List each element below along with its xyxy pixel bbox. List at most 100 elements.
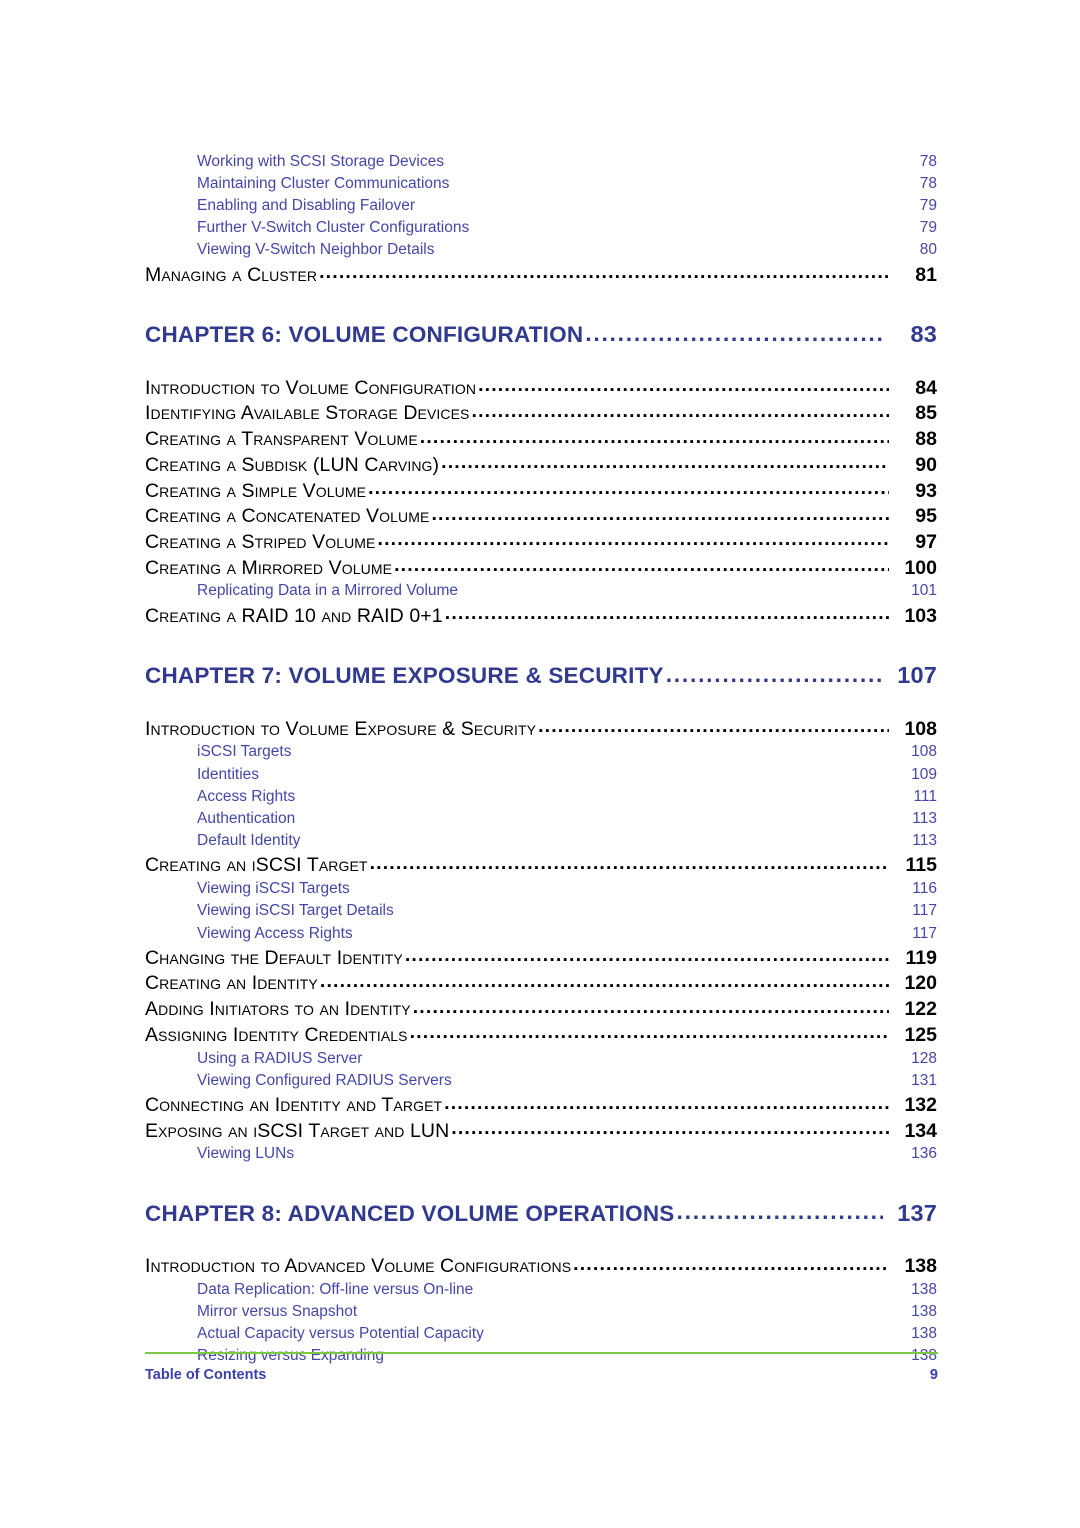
toc-entry-page-number: 88	[915, 428, 937, 451]
dot-leader	[666, 661, 883, 684]
toc-chapter-title: CHAPTER 6: VOLUME CONFIGURATION	[145, 322, 584, 348]
toc-entry-page-number: 78	[919, 152, 937, 170]
toc-entry-page-number: 97	[915, 530, 937, 553]
toc-entry-authentication[interactable]: Authentication 113	[145, 808, 937, 830]
toc-entry-page-number: 131	[911, 1071, 937, 1089]
toc-entry-connecting-an-identity-and-target[interactable]: Connecting an Identity and Target 132	[145, 1092, 937, 1118]
toc-entry-title: Introduction to Advanced Volume Configur…	[145, 1255, 572, 1278]
toc-entry-page-number: 103	[904, 604, 937, 627]
toc-entry-assigning-identity-credentials[interactable]: Assigning Identity Credentials 125	[145, 1021, 937, 1047]
toc-entry-introduction-to-volume-configuration[interactable]: Introduction to Volume Configuration 84	[145, 374, 937, 400]
toc-entry-creating-a-concatenated-volume[interactable]: Creating a Concatenated Volume 95	[145, 503, 937, 529]
toc-entry-page-number: 78	[919, 174, 937, 192]
dot-leader	[431, 503, 889, 523]
dot-leader	[444, 1092, 889, 1112]
toc-entry-creating-a-transparent-volume[interactable]: Creating a Transparent Volume 88	[145, 426, 937, 452]
dot-leader	[302, 830, 889, 846]
toc-entry-title: Creating a Subdisk (LUN Carving)	[145, 453, 440, 476]
dot-leader	[297, 808, 889, 824]
toc-entry-page-number: 138	[911, 1280, 937, 1298]
toc-entry-page-number: 132	[904, 1094, 937, 1116]
dot-leader	[445, 602, 889, 622]
toc-entry-creating-a-subdisk-lun-carving[interactable]: Creating a Subdisk (LUN Carving) 90	[145, 451, 937, 477]
toc-entry-creating-a-mirrored-volume[interactable]: Creating a Mirrored Volume 100	[145, 554, 937, 580]
toc-entry-creating-a-striped-volume[interactable]: Creating a Striped Volume 97	[145, 528, 937, 554]
toc-chapter-page-number: 107	[897, 662, 937, 689]
toc-entry-page-number: 108	[904, 717, 937, 740]
dot-leader	[261, 763, 889, 779]
toc-entry-viewing-iscsi-target-details[interactable]: Viewing iSCSI Target Details 117	[145, 900, 937, 922]
toc-entry-exposing-an-iscsi-target-and-lun[interactable]: Exposing an iSCSI Target and LUN 134	[145, 1117, 937, 1143]
toc-entry-identities[interactable]: Identities 109	[145, 763, 937, 785]
toc-entry-title: Using a RADIUS Server	[197, 1049, 363, 1067]
toc-entry-title: Viewing iSCSI Target Details	[197, 902, 394, 920]
toc-entry-page-number: 138	[911, 1325, 937, 1343]
toc-chapter-chapter-6-volume-configuration[interactable]: CHAPTER 6: VOLUME CONFIGURATION 83	[145, 320, 937, 349]
toc-entry-title: Assigning Identity Credentials	[145, 1023, 408, 1046]
toc-chapter-title: CHAPTER 7: VOLUME EXPOSURE & SECURITY	[145, 663, 664, 689]
toc-entry-introduction-to-advanced-volume-configurations[interactable]: Introduction to Advanced Volume Configur…	[145, 1253, 937, 1279]
toc-entry-page-number: 109	[911, 765, 937, 783]
toc-entry-mirror-versus-snapshot[interactable]: Mirror versus Snapshot 138	[145, 1301, 937, 1323]
dot-leader	[437, 239, 890, 255]
toc-entry-title: Creating a RAID 10 and RAID 0+1	[145, 604, 443, 627]
toc-entry-creating-an-iscsi-target[interactable]: Creating an iSCSI Target 115	[145, 852, 937, 878]
toc-entry-adding-initiators-to-an-identity[interactable]: Adding Initiators to an Identity 122	[145, 996, 937, 1022]
toc-entry-title: Replicating Data in a Mirrored Volume	[197, 582, 459, 600]
toc-entry-using-a-radius-server[interactable]: Using a RADIUS Server 128	[145, 1047, 937, 1069]
toc-entry-working-with-scsi-storage-devices[interactable]: Working with SCSI Storage Devices 78	[145, 150, 937, 172]
toc-entry-iscsi-targets[interactable]: iSCSI Targets 108	[145, 741, 937, 763]
dot-leader	[585, 320, 883, 343]
dot-leader	[296, 1143, 889, 1159]
toc-entry-page-number: 120	[904, 972, 937, 995]
toc-entry-page-number: 95	[915, 505, 937, 528]
toc-entry-title: Creating a Striped Volume	[145, 530, 376, 553]
toc-entry-title: Identities	[197, 765, 260, 783]
toc-chapter-chapter-7-volume-exposure-security[interactable]: CHAPTER 7: VOLUME EXPOSURE & SECURITY 107	[145, 661, 937, 690]
toc-entry-title: Default Identity	[197, 832, 301, 850]
toc-entry-further-v-switch-cluster-configurations[interactable]: Further V-Switch Cluster Configurations 7…	[145, 217, 937, 239]
dot-leader	[472, 400, 890, 420]
toc-entry-creating-a-raid-10-and-raid-0-1[interactable]: Creating a RAID 10 and RAID 0+1 103	[145, 602, 937, 628]
dot-leader	[451, 1117, 889, 1137]
toc-entry-changing-the-default-identity[interactable]: Changing the Default Identity 119	[145, 944, 937, 970]
dot-leader	[359, 1301, 889, 1317]
toc-entry-replicating-data-in-a-mirrored-volume[interactable]: Replicating Data in a Mirrored Volume 101	[145, 580, 937, 602]
toc-entry-creating-an-identity[interactable]: Creating an Identity 120	[145, 970, 937, 996]
dot-leader	[573, 1253, 889, 1273]
toc-entry-title: Creating an Identity	[145, 972, 318, 995]
dot-leader	[370, 852, 889, 872]
toc-entry-viewing-v-switch-neighbor-details[interactable]: Viewing V-Switch Neighbor Details 80	[145, 239, 937, 261]
toc-entry-title: Exposing an iSCSI Target and LUN	[145, 1119, 450, 1142]
toc-entry-title: Viewing iSCSI Targets	[197, 880, 350, 898]
toc-entry-data-replication-off-line-versus-on-line[interactable]: Data Replication: Off-line versus On-lin…	[145, 1278, 937, 1300]
toc-entry-title: Viewing LUNs	[197, 1145, 295, 1163]
dot-leader	[475, 1278, 889, 1294]
toc-entry-page-number: 115	[905, 854, 937, 877]
toc-entry-title: Creating an iSCSI Target	[145, 854, 368, 877]
dot-leader	[486, 1323, 889, 1339]
toc-entry-enabling-and-disabling-failover[interactable]: Enabling and Disabling Failover 79	[145, 194, 937, 216]
toc-entry-page-number: 119	[905, 946, 937, 969]
toc-entry-title: Viewing V-Switch Neighbor Details	[197, 241, 435, 259]
page-footer: Table of Contents 9	[145, 1352, 938, 1383]
toc-entry-viewing-iscsi-targets[interactable]: Viewing iSCSI Targets 116	[145, 878, 937, 900]
dot-leader	[413, 996, 889, 1016]
toc-entry-identifying-available-storage-devices[interactable]: Identifying Available Storage Devices 85	[145, 400, 937, 426]
toc-entry-maintaining-cluster-communications[interactable]: Maintaining Cluster Communications 78	[145, 172, 937, 194]
toc-entry-viewing-luns[interactable]: Viewing LUNs 136	[145, 1143, 937, 1165]
toc-entry-creating-a-simple-volume[interactable]: Creating a Simple Volume 93	[145, 477, 937, 503]
dot-leader	[352, 878, 889, 894]
toc-entry-default-identity[interactable]: Default Identity 113	[145, 830, 937, 852]
toc-chapter-chapter-8-advanced-volume-operations[interactable]: CHAPTER 8: ADVANCED VOLUME OPERATIONS 137	[145, 1198, 937, 1227]
toc-entry-title: Managing a Cluster	[145, 263, 318, 286]
toc-entry-access-rights[interactable]: Access Rights 111	[145, 785, 937, 807]
toc-entry-actual-capacity-versus-potential-capacity[interactable]: Actual Capacity versus Potential Capacit…	[145, 1323, 937, 1345]
toc-entry-title: Connecting an Identity and Target	[145, 1094, 443, 1116]
toc-entry-viewing-configured-radius-servers[interactable]: Viewing Configured RADIUS Servers 131	[145, 1069, 937, 1091]
toc-entry-introduction-to-volume-exposure-security[interactable]: Introduction to Volume Exposure & Securi…	[145, 715, 937, 741]
toc-entry-managing-a-cluster[interactable]: Managing a Cluster 81	[145, 261, 937, 287]
toc-entry-viewing-access-rights[interactable]: Viewing Access Rights 117	[145, 922, 937, 944]
